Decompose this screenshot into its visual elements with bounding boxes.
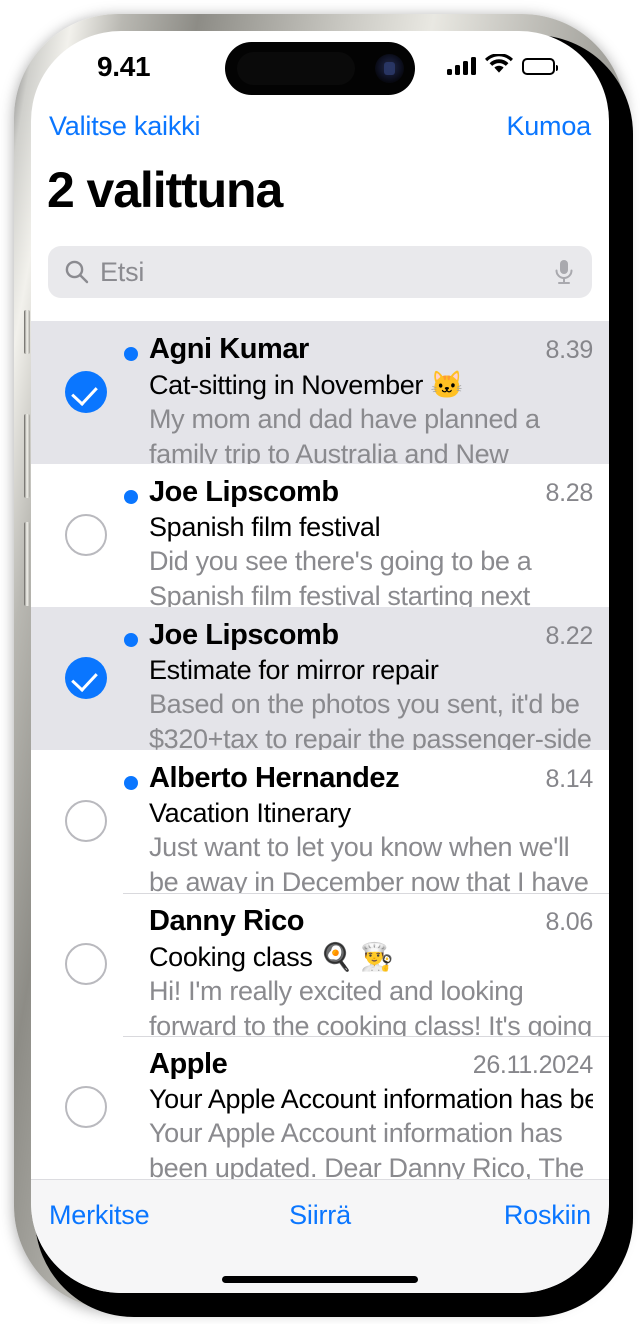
status-bar: 9.41 — [31, 31, 609, 103]
status-icons — [447, 52, 558, 79]
mail-sender: Joe Lipscomb — [149, 476, 339, 508]
mail-time: 8.06 — [545, 908, 594, 936]
status-time: 9.41 — [97, 51, 151, 82]
unread-dot-icon — [124, 633, 138, 647]
wifi-icon — [485, 52, 513, 79]
mail-row[interactable]: Apple 26.11.2024 Your Apple Account inform… — [31, 1036, 609, 1183]
checkbox-checked-icon[interactable] — [65, 657, 107, 699]
mail-sender: Danny Rico — [149, 905, 305, 937]
mail-time: 26.11.2024 — [472, 1051, 594, 1079]
move-button[interactable]: Siirrä — [289, 1200, 351, 1231]
checkbox-checked-icon[interactable] — [65, 371, 107, 413]
mail-row[interactable]: Agni Kumar 8.39 Cat-sitting in November 🐱 M… — [31, 321, 609, 469]
search-input[interactable]: Etsi — [48, 246, 592, 298]
mail-time: 8.28 — [545, 479, 594, 507]
mail-sender: Agni Kumar — [149, 333, 309, 365]
row-separator — [123, 893, 609, 894]
mail-row[interactable]: Danny Rico 8.06 Cooking class 🍳 👨‍🍳 Hi! I'm… — [31, 893, 609, 1041]
mail-preview: Did you see there's going to be a Spanis… — [149, 546, 532, 611]
dynamic-island — [225, 42, 415, 95]
mail-subject: Estimate for mirror repair — [149, 655, 439, 685]
search-placeholder: Etsi — [100, 257, 145, 287]
checkbox-empty-icon[interactable] — [65, 514, 107, 556]
mail-row[interactable]: Joe Lipscomb 8.28 Spanish film festival Did… — [31, 464, 609, 611]
checkbox-empty-icon[interactable] — [65, 800, 107, 842]
mail-sender: Joe Lipscomb — [149, 619, 339, 651]
navigation-bar: Valitse kaikki Kumoa — [31, 103, 609, 157]
mail-preview: My mom and dad have planned a family tri… — [149, 404, 540, 469]
mail-subject: Cooking class 🍳 👨‍🍳 — [149, 942, 394, 972]
mark-button[interactable]: Merkitse — [49, 1200, 150, 1231]
cellular-bars-icon — [447, 57, 476, 75]
mail-row-body: Agni Kumar 8.39 Cat-sitting in November 🐱 M… — [149, 333, 593, 472]
home-indicator[interactable] — [222, 1276, 418, 1283]
mail-row-body: Joe Lipscomb 8.28 Spanish film festival Did… — [149, 476, 593, 614]
search-icon — [64, 259, 90, 285]
checkbox-empty-icon[interactable] — [65, 1086, 107, 1128]
mail-time: 8.14 — [545, 765, 594, 793]
select-all-button[interactable]: Valitse kaikki — [49, 111, 200, 142]
dynamic-island-pill — [237, 52, 355, 85]
unread-dot-icon — [124, 490, 138, 504]
mail-time: 8.39 — [545, 336, 594, 364]
trash-button[interactable]: Roskiin — [504, 1200, 591, 1231]
mail-row[interactable]: Alberto Hernandez 8.14 Vacation Itinerary J… — [31, 750, 609, 897]
mail-list: Agni Kumar 8.39 Cat-sitting in November 🐱 M… — [31, 321, 609, 1183]
mail-row[interactable]: Joe Lipscomb 8.22 Estimate for mirror repa… — [31, 607, 609, 754]
microphone-icon[interactable] — [552, 258, 576, 286]
mail-subject: Spanish film festival — [149, 512, 381, 542]
unread-dot-icon — [124, 776, 138, 790]
mail-time: 8.22 — [545, 622, 594, 650]
checkbox-empty-icon[interactable] — [65, 943, 107, 985]
mail-subject: Vacation Itinerary — [149, 798, 351, 828]
front-camera-icon — [375, 54, 404, 83]
row-separator — [123, 1036, 609, 1037]
bottom-toolbar: Merkitse Siirrä Roskiin — [31, 1179, 609, 1293]
mail-sender: Alberto Hernandez — [149, 762, 400, 794]
mail-row-body: Alberto Hernandez 8.14 Vacation Itinerary J… — [149, 762, 593, 900]
mail-preview: Your Apple Account information has been … — [149, 1118, 584, 1183]
mail-row-body: Joe Lipscomb 8.22 Estimate for mirror repa… — [149, 619, 593, 757]
screenshot-stage: 9.41 Valitse kaikki Kumoa 2 valittuna Et… — [0, 0, 640, 1324]
mail-preview: Just want to let you know when we'll be … — [149, 832, 589, 897]
action-button[interactable] — [24, 310, 30, 354]
mail-row-body: Danny Rico 8.06 Cooking class 🍳 👨‍🍳 Hi! I'm… — [149, 905, 593, 1044]
battery-full-icon — [522, 57, 558, 75]
mail-preview: Based on the photos you sent, it'd be $3… — [149, 689, 592, 754]
mail-subject: Your Apple Account information has been … — [149, 1084, 593, 1114]
mail-sender: Apple — [149, 1048, 228, 1080]
phone-screen: 9.41 Valitse kaikki Kumoa 2 valittuna Et… — [31, 31, 609, 1293]
unread-dot-icon — [124, 347, 138, 361]
volume-up-button[interactable] — [24, 414, 30, 498]
page-title: 2 valittuna — [47, 162, 283, 218]
volume-down-button[interactable] — [24, 522, 30, 606]
mail-preview: Hi! I'm really excited and looking forwa… — [149, 976, 592, 1041]
mail-subject: Cat-sitting in November 🐱 — [149, 370, 464, 400]
cancel-button[interactable]: Kumoa — [506, 111, 591, 142]
mail-row-body: Apple 26.11.2024 Your Apple Account inform… — [149, 1048, 593, 1186]
